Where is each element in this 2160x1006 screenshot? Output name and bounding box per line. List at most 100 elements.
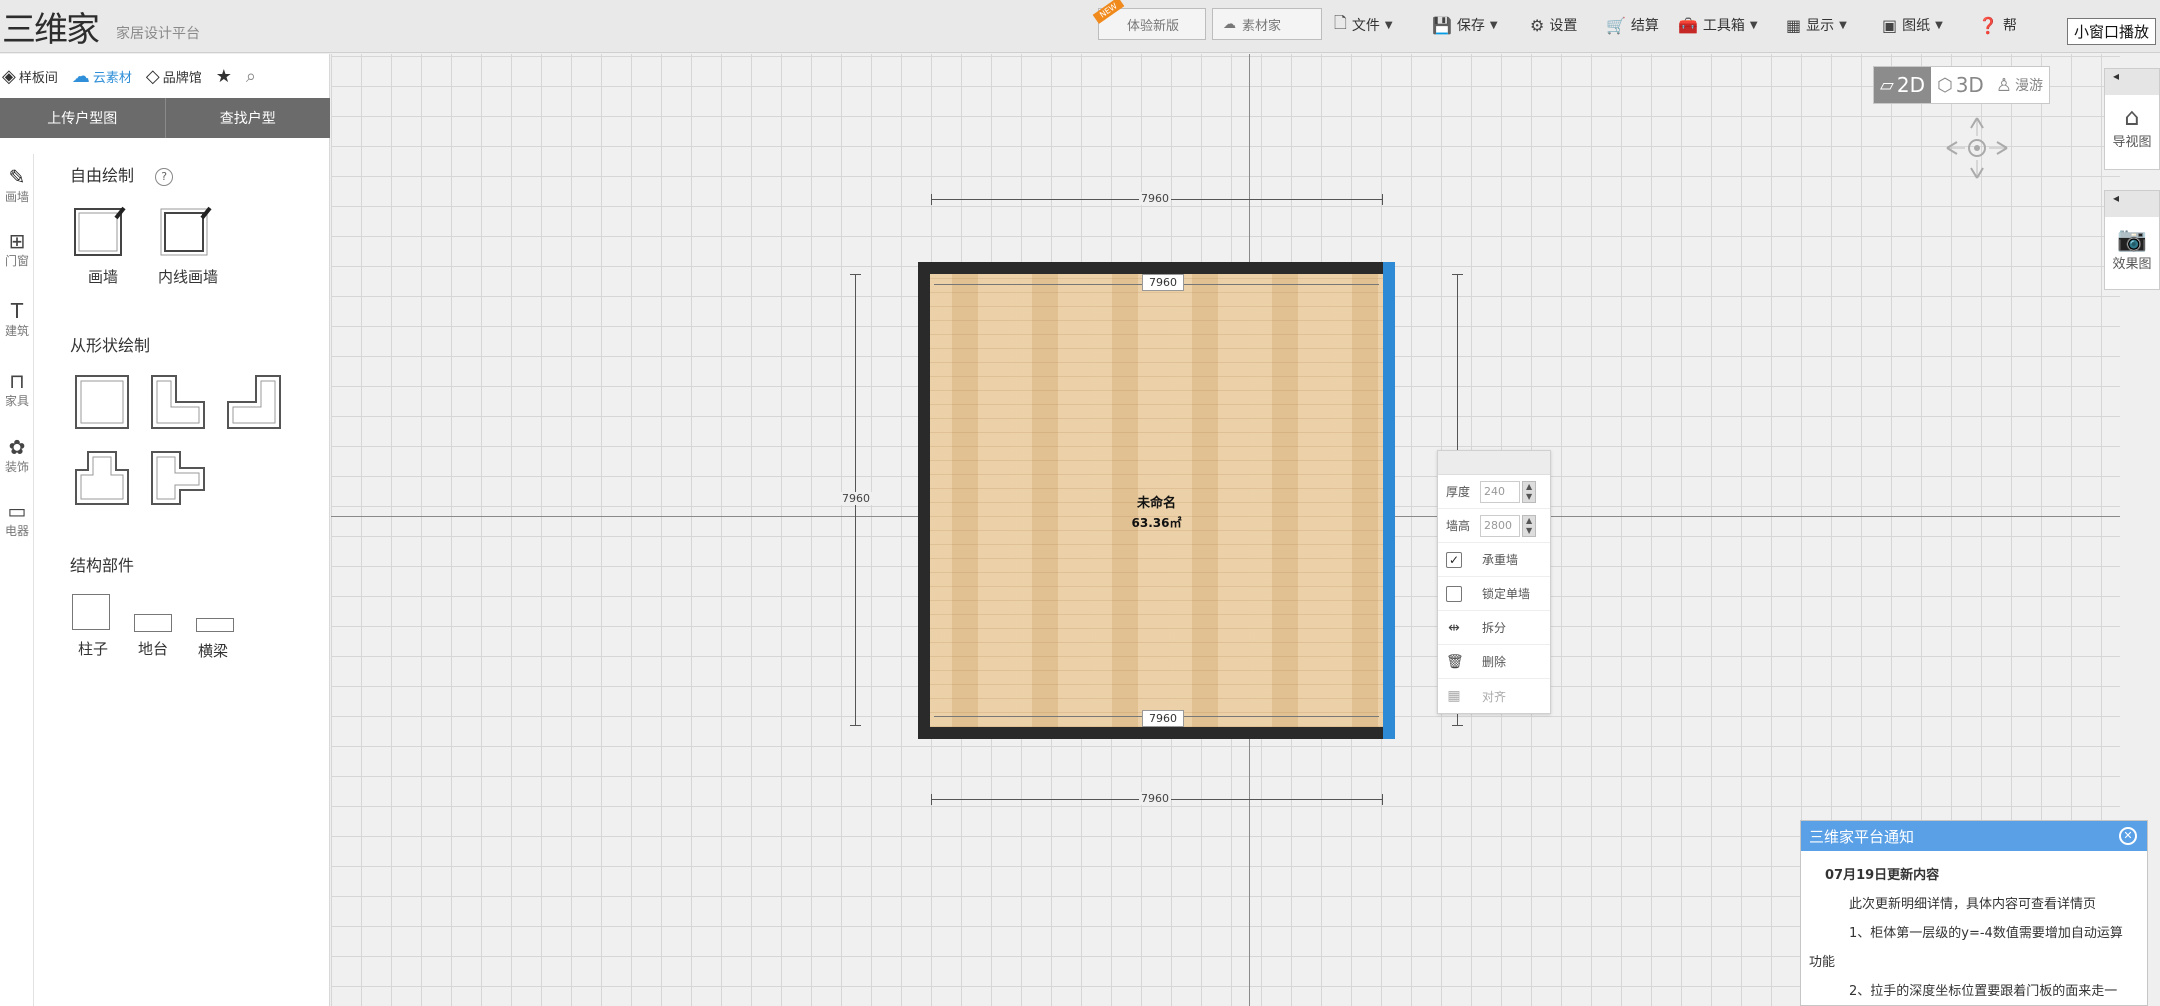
settings-button[interactable]: ⚙ 设置 [1530, 10, 1577, 40]
tab-cloud-materials[interactable]: ☁ 云素材 [72, 66, 132, 87]
toolbox-icon: 🧰 [1678, 15, 1698, 35]
logo-mark: 三维家 [2, 9, 100, 50]
collapse-arrow-icon[interactable]: ◂ [2105, 191, 2159, 217]
draw-wall-icon [74, 206, 126, 256]
drawings-menu[interactable]: ▣ 图纸 ▼ [1882, 10, 1943, 40]
nav-doors-windows[interactable]: ⊞ 门窗 [0, 230, 34, 269]
delete-button[interactable]: 🗑 删除 [1438, 645, 1550, 679]
thickness-stepper[interactable]: ▲ ▼ [1522, 480, 1537, 503]
home-icon: ⌂ [2124, 103, 2140, 131]
chair-icon: ⊓ [9, 369, 25, 393]
align-label: 对齐 [1482, 689, 1507, 704]
platform-icon [134, 614, 172, 632]
nav-furniture[interactable]: ⊓ 家具 [0, 370, 34, 409]
gear-icon: ⚙ [1530, 15, 1545, 35]
room-name[interactable]: 未命名 [930, 492, 1383, 511]
platform-label: 地台 [138, 640, 169, 658]
close-icon[interactable]: ✕ [2119, 827, 2137, 845]
height-input[interactable]: 2800 [1480, 514, 1521, 537]
platform-tool[interactable] [134, 614, 172, 632]
display-label: 显示 [1806, 18, 1835, 34]
notched-room-shape[interactable] [150, 450, 206, 506]
nav-label: 画墙 [4, 190, 29, 204]
notice-line: 1、柜体第一层级的y=-4数值需要增加自动运算 [1849, 926, 2123, 941]
lock-wall-checkbox[interactable] [1446, 585, 1462, 602]
t-shape-room-shape[interactable] [74, 450, 130, 506]
roam-button[interactable]: ♙ 漫游 [1990, 67, 2049, 103]
draw-wall-tool[interactable] [72, 204, 126, 262]
square-room-shape[interactable] [74, 374, 130, 430]
view-3d-label: 3D [1955, 73, 1984, 97]
inner-dimension-top[interactable]: 7960 [1142, 274, 1184, 291]
display-menu[interactable]: ▦ 显示 ▼ [1786, 10, 1847, 40]
category-nav: ✎ 画墙 ⊞ 门窗 T 建筑 ⊓ 家具 ✿ 装饰 ▭ 电器 [0, 154, 34, 1006]
file-menu[interactable]: 🗋 文件 ▼ [1334, 10, 1393, 40]
checkout-label: 结算 [1630, 18, 1659, 34]
search-floorplan-button[interactable]: 查找户型 [166, 98, 331, 138]
panel-header [1438, 451, 1550, 475]
library-tabs: ◈ 样板间 ☁ 云素材 ◇ 品牌馆 ★ ⌕ [0, 54, 329, 98]
l-shape-room-shape[interactable] [150, 374, 206, 430]
nav-draw-wall[interactable]: ✎ 画墙 [0, 166, 34, 205]
material-home-button[interactable]: ☁ 素材家 [1212, 8, 1322, 40]
thickness-input[interactable]: 240 [1480, 480, 1521, 503]
room-floor[interactable]: 7960 7960 未命名 63.36㎡ [930, 274, 1383, 727]
help-menu[interactable]: ❓ 帮 [1978, 10, 2017, 40]
save-icon: 💾 [1432, 15, 1452, 35]
help-circle-icon[interactable]: ? [155, 167, 174, 186]
load-bearing-row[interactable]: ✓ 承重墙 [1438, 543, 1550, 577]
selected-wall[interactable] [1383, 262, 1395, 739]
nav-map-label: 导视图 [2112, 135, 2152, 150]
left-panel: ◈ 样板间 ☁ 云素材 ◇ 品牌馆 ★ ⌕ 上传户型图 查找户型 ✎ 画墙 ⊞ … [0, 54, 330, 1006]
search-icon[interactable]: ⌕ [246, 66, 256, 87]
dimension-bottom-label: 7960 [1139, 792, 1171, 805]
tab-sample-rooms[interactable]: ◈ 样板间 [2, 66, 58, 87]
upload-floorplan-button[interactable]: 上传户型图 [0, 98, 166, 138]
nav-map-card[interactable]: ◂ ⌂ 导视图 [2104, 68, 2160, 170]
view-3d-button[interactable]: ⬡ 3D [1931, 67, 1990, 103]
tab-brand-hall[interactable]: ◇ 品牌馆 [146, 66, 202, 87]
trial-label: 体验新版 [1127, 18, 1180, 34]
beam-tool[interactable] [196, 618, 234, 632]
lock-wall-row[interactable]: 锁定单墙 [1438, 577, 1550, 611]
toolbox-menu[interactable]: 🧰 工具箱 ▼ [1678, 10, 1758, 40]
align-button[interactable]: ▦ 对齐 [1438, 679, 1550, 713]
column-tool[interactable] [72, 594, 110, 630]
cart-icon: 🛒 [1606, 15, 1626, 35]
settings-label: 设置 [1549, 18, 1578, 34]
inner-dimension-bottom[interactable]: 7960 [1142, 710, 1184, 727]
chevron-down-icon: ▼ [1935, 19, 1943, 31]
collapse-arrow-icon[interactable]: ◂ [2105, 69, 2159, 95]
render-card[interactable]: ◂ 📷 效果图 [2104, 190, 2160, 290]
small-window-tooltip[interactable]: 小窗口播放 [2066, 18, 2156, 45]
tab-label: 品牌馆 [162, 70, 202, 86]
room-walls[interactable]: 7960 7960 未命名 63.36㎡ [918, 262, 1395, 739]
drawing-icon: ▣ [1882, 15, 1898, 35]
paint-roller-icon: T [10, 299, 24, 323]
chevron-down-icon: ▼ [1839, 19, 1847, 31]
trial-new-version-button[interactable]: NEW 体验新版 [1092, 0, 1206, 40]
pan-navigation-icon[interactable] [1943, 114, 2011, 182]
align-icon: ▦ [1447, 688, 1461, 704]
app-logo[interactable]: 三维家 家居设计平台 [2, 2, 200, 50]
file-menu-label: 文件 [1351, 18, 1380, 34]
load-bearing-checkbox[interactable]: ✓ [1446, 551, 1462, 568]
save-menu[interactable]: 💾 保存 ▼ [1432, 10, 1498, 40]
view-2d-button[interactable]: ▱ 2D [1874, 67, 1931, 103]
chevron-down-icon: ▼ [1749, 19, 1758, 31]
height-stepper[interactable]: ▲ ▼ [1522, 514, 1537, 537]
height-label: 墙高 [1446, 519, 1471, 533]
checkout-button[interactable]: 🛒 结算 [1606, 10, 1659, 40]
nav-decoration[interactable]: ✿ 装饰 [0, 436, 34, 475]
split-button[interactable]: ⇹ 拆分 [1438, 611, 1550, 645]
height-row: 墙高 2800 ▲ ▼ [1438, 509, 1550, 543]
notice-line: 2、拉手的深度坐标位置要跟着门板的面来走一 [1849, 984, 2118, 999]
reverse-l-room-shape[interactable] [226, 374, 282, 430]
platform-notice: 三维家平台通知 ✕ 07月19日更新内容 此次更新明细详情，具体内容可查看详情页… [1800, 820, 2148, 1006]
room-area: 63.36㎡ [1131, 516, 1182, 530]
nav-building[interactable]: T 建筑 [0, 300, 34, 339]
nav-appliances[interactable]: ▭ 电器 [0, 500, 34, 539]
draw-inner-wall-tool[interactable] [158, 204, 212, 262]
notice-title: 三维家平台通知 [1809, 827, 1915, 846]
star-icon[interactable]: ★ [216, 66, 232, 87]
